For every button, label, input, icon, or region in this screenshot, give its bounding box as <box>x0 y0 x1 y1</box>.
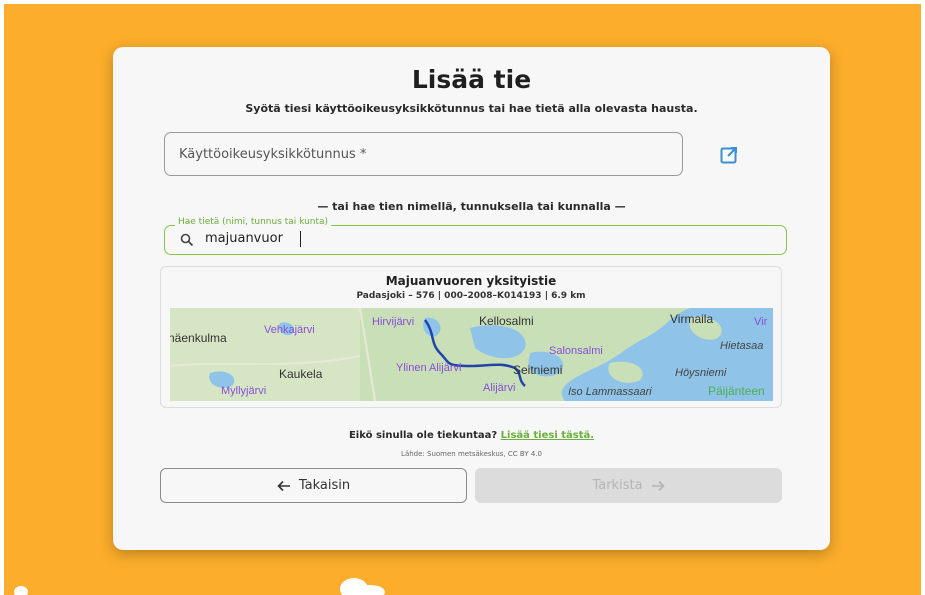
page-title: Lisää tie <box>411 65 532 94</box>
map-label: Hietasaa <box>720 340 764 352</box>
data-source-attribution: Lähde: Suomen metsäkeskus, CC BY 4.0 <box>401 450 542 458</box>
map-label: Alijärvi <box>483 382 516 394</box>
page-subtitle: Syötä tiesi käyttöoikeusyksikkötunnus ta… <box>245 102 698 115</box>
map-label: Salonsalmi <box>549 345 603 357</box>
result-road-meta: Padasjoki – 576 | 000–2008–K014193 | 6.9… <box>356 291 586 301</box>
arrow-left-icon <box>277 480 290 491</box>
map-label: Iso Lammassaari <box>568 386 652 398</box>
search-icon <box>180 233 194 247</box>
no-road-association-question: Eikö sinulla ole tiekuntaa? <box>348 430 498 441</box>
map-label: Myllyjärvi <box>221 385 267 397</box>
back-button-label: Takaisin <box>298 478 351 493</box>
access-unit-code-placeholder: Käyttöoikeusyksikkötunnus * <box>179 147 367 162</box>
add-road-link[interactable]: Lisää tiesi tästä. <box>501 430 594 441</box>
text-caret <box>300 231 301 247</box>
result-map-preview: näenkulma Vehkajärvi Hirvijärvi Kellosal… <box>170 308 773 401</box>
road-search-label: Hae tietä (nimi, tunnus tai kunta) <box>175 217 332 227</box>
map-label: Höysniemi <box>675 367 727 379</box>
no-road-association-prompt: Eikö sinulla ole tiekuntaa? Lisää tiesi … <box>113 430 830 441</box>
check-button-label: Tarkista <box>592 478 643 493</box>
map-label: näenkulma <box>170 331 227 345</box>
search-result-item[interactable]: Majuanvuoren yksityistie Padasjoki – 576… <box>160 266 782 408</box>
map-label: Vehkajärvi <box>264 324 315 336</box>
search-divider: — tai hae tien nimellä, tunnuksella tai … <box>317 200 626 213</box>
map-label: Ylinen Alijärvi <box>396 362 462 374</box>
road-search-value: majuanvuor <box>205 231 283 246</box>
check-button[interactable]: Tarkista <box>475 468 782 503</box>
result-road-name: Majuanvuoren yksityistie <box>385 274 557 288</box>
back-button[interactable]: Takaisin <box>160 468 467 503</box>
external-link-icon[interactable] <box>719 145 739 165</box>
map-label: Seitniemi <box>513 363 563 377</box>
access-unit-code-input[interactable]: Käyttöoikeusyksikkötunnus * <box>164 132 683 176</box>
map-label: Kellosalmi <box>479 314 534 328</box>
map-label: Vir <box>754 316 768 328</box>
map-label: Päijänteen <box>708 384 765 398</box>
map-label: Kaukela <box>279 367 323 381</box>
decorative-blob <box>14 586 28 595</box>
decorative-blob <box>355 585 385 595</box>
arrow-right-icon <box>651 480 665 491</box>
map-label: Hirvijärvi <box>372 316 415 328</box>
map-label: Virmaila <box>670 312 714 326</box>
add-road-dialog: Lisää tie Syötä tiesi käyttöoikeusyksikk… <box>113 47 830 550</box>
